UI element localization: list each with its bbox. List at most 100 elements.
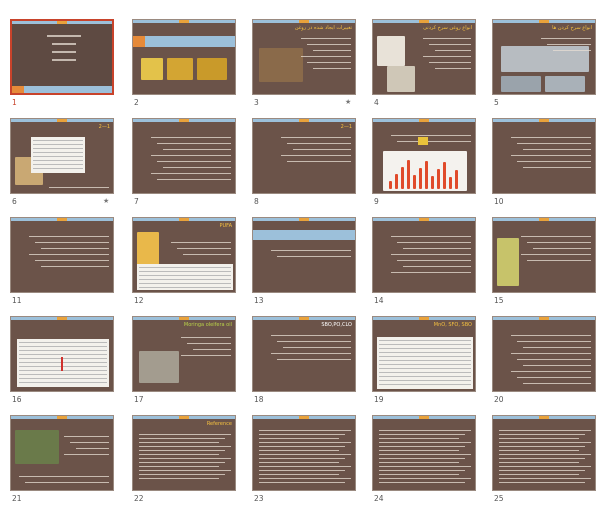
slide-preview[interactable] [372, 118, 476, 194]
slide-preview[interactable] [492, 118, 596, 194]
slide-preview[interactable]: 1—2 [10, 118, 114, 194]
slide-number: 24 [374, 494, 384, 503]
slide-thumbnail-16[interactable]: 16 [8, 314, 118, 411]
slide-thumbnail-18[interactable]: SBO,PO,CLO 18 [250, 314, 360, 411]
slide-preview[interactable] [10, 316, 114, 392]
slide-number: 22 [134, 494, 144, 503]
slide-number: 16 [12, 395, 22, 404]
slide-preview[interactable]: SBO,PO,CLO [252, 316, 356, 392]
slide-thumbnail-10[interactable]: 10 [490, 116, 600, 213]
slide-picture [497, 238, 519, 286]
slide-number: 20 [494, 395, 504, 404]
slide-preview[interactable]: Moringa oleifera oil [132, 316, 236, 392]
slide-title: 1—2 [98, 124, 110, 130]
slide-preview[interactable]: انواع روغن سرخ کردنی [372, 19, 476, 95]
slide-thumbnail-8[interactable]: 1—2 8 [250, 116, 360, 213]
slide-preview[interactable] [10, 415, 114, 491]
slide-thumbnail-11[interactable]: 11 [8, 215, 118, 312]
slide-picture [419, 168, 422, 189]
slide-table [377, 337, 473, 389]
slide-title: PUFA [219, 223, 232, 229]
slide-preview[interactable]: MnO, SFO, SBO [372, 316, 476, 392]
slide-picture [377, 36, 405, 66]
slide-preview[interactable]: Reference [132, 415, 236, 491]
slide-number: 8 [254, 197, 259, 206]
slide-number: 4 [374, 98, 379, 107]
slide-number: 14 [374, 296, 384, 305]
slide-thumbnail-13[interactable]: 13 [250, 215, 360, 312]
slide-number: 13 [254, 296, 264, 305]
slide-thumbnail-21[interactable]: 21 [8, 413, 118, 510]
slide-number: 15 [494, 296, 504, 305]
slide-thumbnail-19[interactable]: MnO, SFO, SBO 19 [370, 314, 480, 411]
slide-thumbnail-14[interactable]: 14 [370, 215, 480, 312]
slide-table [31, 137, 85, 173]
slide-thumbnail-5[interactable]: انواع سرخ کردن ها 5 [490, 17, 600, 114]
slide-preview[interactable]: تغییرات ایجاد شده در روغن [252, 19, 356, 95]
slide-number: 25 [494, 494, 504, 503]
slide-title: Reference [206, 421, 232, 427]
slide-thumbnail-3[interactable]: تغییرات ایجاد شده در روغن 3 ★ [250, 17, 360, 114]
slide-number: 19 [374, 395, 384, 404]
slide-picture [501, 76, 541, 92]
slide-preview[interactable]: روغن های سرخ کردنی [132, 19, 236, 95]
slide-picture [15, 430, 59, 464]
slide-preview[interactable] [252, 415, 356, 491]
slide-preview[interactable] [252, 217, 356, 293]
slide-preview[interactable]: انواع سرخ کردن ها [492, 19, 596, 95]
slide-preview[interactable] [372, 415, 476, 491]
slide-picture [407, 160, 410, 189]
slide-title: تغییرات ایجاد شده در روغن [294, 25, 352, 31]
slide-picture [545, 76, 585, 92]
slide-picture [401, 167, 404, 189]
slide-picture [425, 161, 428, 189]
slide-preview[interactable]: PUFA [132, 217, 236, 293]
slide-number: 7 [134, 197, 139, 206]
slide-picture [437, 169, 440, 189]
animation-star-icon: ★ [103, 197, 110, 205]
slide-thumbnail-15[interactable]: 15 [490, 215, 600, 312]
slide-thumbnail-1[interactable]: 1 [8, 17, 118, 114]
slide-thumbnail-24[interactable]: 24 [370, 413, 480, 510]
slide-preview[interactable] [492, 316, 596, 392]
slide-preview[interactable] [10, 217, 114, 293]
slide-thumbnail-6[interactable]: 1—2 6 ★ [8, 116, 118, 213]
slide-preview[interactable] [492, 415, 596, 491]
slide-number: 1 [12, 98, 17, 107]
slide-thumbnail-7[interactable]: 7 [130, 116, 240, 213]
slide-number: 12 [134, 296, 144, 305]
slide-title: Moringa oleifera oil [183, 322, 232, 328]
slide-picture [259, 48, 303, 82]
slide-preview[interactable] [492, 217, 596, 293]
slide-thumbnail-22[interactable]: Reference 22 [130, 413, 240, 510]
slide-picture [137, 232, 159, 266]
slide-number: 3 [254, 98, 259, 107]
slide-thumbnail-2[interactable]: روغن های سرخ کردنی 2 [130, 17, 240, 114]
slide-thumbnail-9[interactable]: 9 [370, 116, 480, 213]
slide-number: 10 [494, 197, 504, 206]
slide-title: انواع روغن سرخ کردنی [423, 25, 472, 31]
slide-thumbnail-20[interactable]: 20 [490, 314, 600, 411]
slide-picture [167, 58, 193, 80]
slide-thumbnail-12[interactable]: PUFA 12 [130, 215, 240, 312]
slide-number: 18 [254, 395, 264, 404]
slide-thumbnail-23[interactable]: 23 [250, 413, 360, 510]
slide-picture [413, 175, 416, 189]
slide-picture [455, 170, 458, 189]
slide-number: 5 [494, 98, 499, 107]
slide-title: MnO, SFO, SBO [433, 322, 472, 328]
slide-title: 1—2 [340, 124, 352, 130]
slide-number: 23 [254, 494, 264, 503]
slide-picture [443, 162, 446, 189]
slide-preview[interactable] [10, 19, 114, 95]
slide-table [137, 264, 233, 290]
slide-number: 6 [12, 197, 17, 206]
slide-preview[interactable]: 1—2 [252, 118, 356, 194]
slide-picture [197, 58, 227, 80]
slide-thumbnail-25[interactable]: 25 [490, 413, 600, 510]
slide-title: SBO,PO,CLO [321, 322, 352, 328]
slide-preview[interactable] [132, 118, 236, 194]
slide-thumbnail-17[interactable]: Moringa oleifera oil 17 [130, 314, 240, 411]
slide-thumbnail-4[interactable]: انواع روغن سرخ کردنی 4 [370, 17, 480, 114]
slide-preview[interactable] [372, 217, 476, 293]
